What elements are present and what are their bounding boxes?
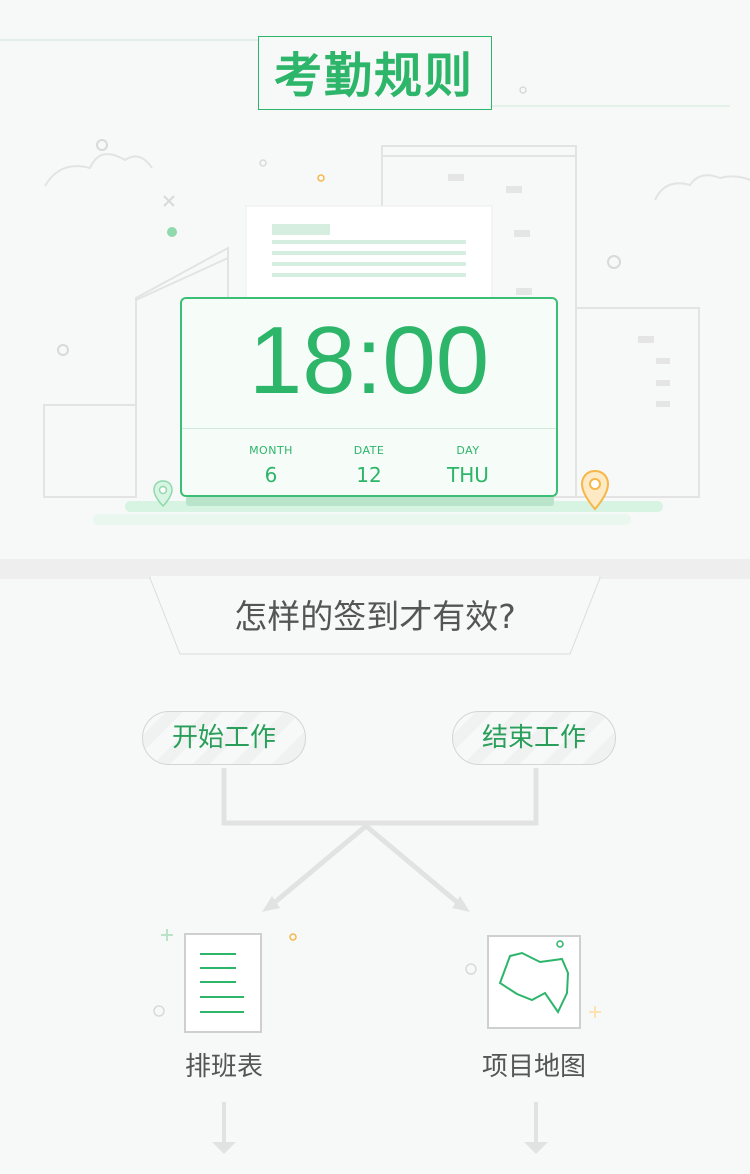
map-pin-icon [153,480,173,508]
end-work-button[interactable]: 结束工作 [452,711,616,765]
end-work-label: 结束工作 [481,723,586,753]
map-outline-icon [465,935,601,1029]
document-lines-icon [153,929,297,1033]
clock-day: DAY THU [408,444,528,487]
day-label: DAY [456,444,480,457]
page-title: 考勤规则 [273,48,474,104]
start-work-button[interactable]: 开始工作 [142,711,306,765]
map-pin-icon [580,469,610,511]
flow-connectors [212,768,548,1154]
start-work-label: 开始工作 [171,723,276,753]
schedule-caption: 排班表 [184,1052,263,1082]
clock-time: 18:00 [248,307,490,414]
project-map-caption: 项目地图 [481,1052,586,1082]
question-heading: 怎样的签到才有效? [234,597,516,636]
clock-divider [182,428,556,429]
day-value: THU [447,463,489,487]
